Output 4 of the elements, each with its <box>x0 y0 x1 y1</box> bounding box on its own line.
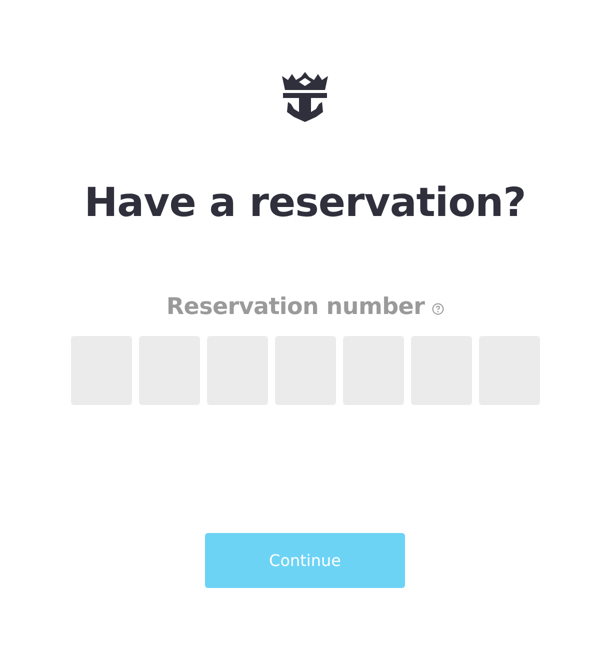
crown-anchor-logo <box>282 72 328 122</box>
help-icon[interactable] <box>432 303 444 315</box>
page-heading: Have a reservation? <box>84 179 526 228</box>
field-label: Reservation number <box>166 293 425 322</box>
